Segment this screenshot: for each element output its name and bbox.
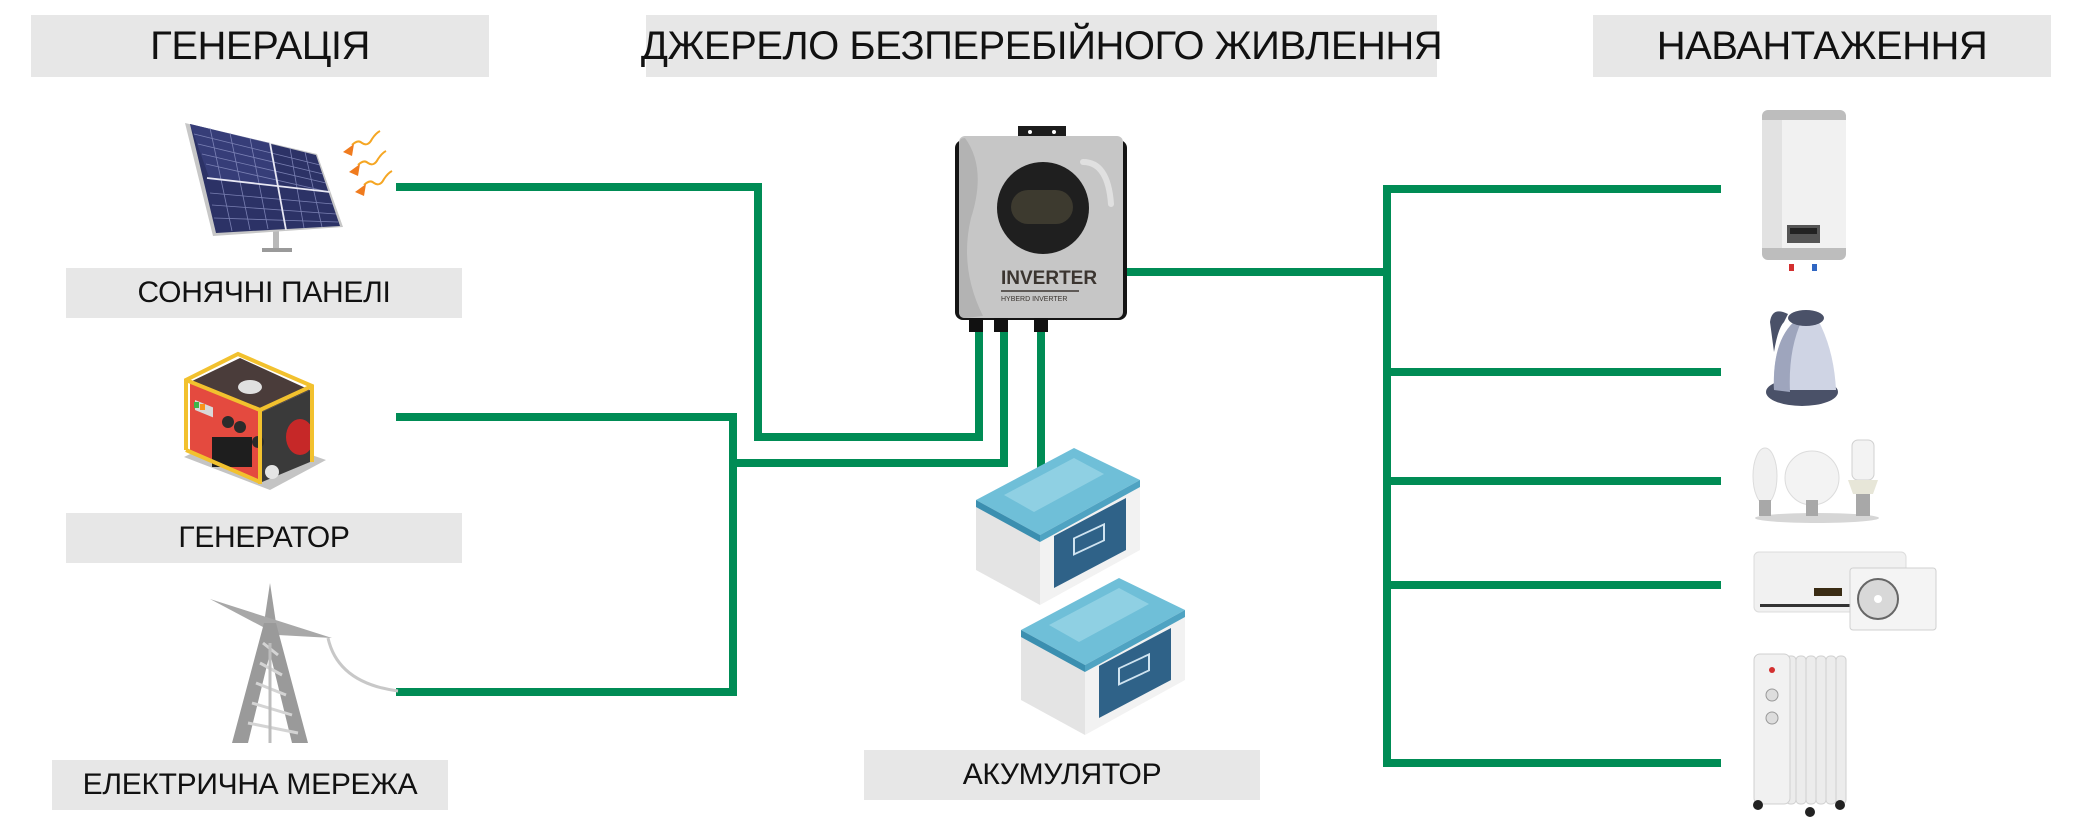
wire-load-bus bbox=[1383, 185, 1391, 767]
label-battery-text: АКУМУЛЯТОР bbox=[962, 758, 1162, 791]
wire-grid-h bbox=[396, 688, 737, 696]
wire-load-3 bbox=[1383, 477, 1721, 485]
header-generation-text: ГЕНЕРАЦІЯ bbox=[150, 23, 370, 68]
oil-heater-icon bbox=[1750, 650, 1850, 818]
wire-load-2 bbox=[1383, 368, 1721, 376]
label-grid: ЕЛЕКТРИЧНА МЕРЕЖА bbox=[52, 760, 448, 810]
header-load: НАВАНТАЖЕННЯ bbox=[1593, 15, 2051, 77]
header-load-text: НАВАНТАЖЕННЯ bbox=[1656, 23, 1988, 68]
header-ups-text: ДЖЕРЕЛО БЕЗПЕРЕБІЙНОГО ЖИВЛЕННЯ bbox=[640, 23, 1443, 68]
wire-load-4 bbox=[1383, 581, 1721, 589]
label-generator: ГЕНЕРАТОР bbox=[66, 513, 462, 563]
wire-solar-v bbox=[754, 183, 762, 441]
label-solar-text: СОНЯЧНІ ПАНЕЛІ bbox=[137, 276, 391, 309]
label-battery: АКУМУЛЯТОР bbox=[864, 750, 1260, 800]
air-conditioner-icon bbox=[1752, 550, 1938, 632]
inverter-brand-text: INVERTER bbox=[1001, 268, 1097, 289]
battery-icon-2 bbox=[1019, 570, 1189, 738]
label-generator-text: ГЕНЕРАТОР bbox=[178, 521, 350, 554]
wire-generator-h bbox=[396, 413, 737, 421]
wire-inverter-out bbox=[1124, 268, 1391, 276]
wire-load-5 bbox=[1383, 759, 1721, 767]
label-solar: СОНЯЧНІ ПАНЕЛІ bbox=[66, 268, 462, 318]
header-ups: ДЖЕРЕЛО БЕЗПЕРЕБІЙНОГО ЖИВЛЕННЯ bbox=[641, 15, 1443, 77]
water-heater-icon bbox=[1760, 108, 1848, 274]
solar-panel-icon bbox=[180, 110, 393, 255]
kettle-icon bbox=[1764, 302, 1844, 410]
inverter-subtitle-text: HYBERD INVERTER bbox=[1001, 296, 1067, 303]
inverter-icon: INVERTER HYBERD INVERTER bbox=[955, 124, 1130, 334]
power-tower-icon bbox=[208, 583, 400, 748]
wire-bus-to-inverter-h bbox=[729, 459, 1008, 467]
header-generation: ГЕНЕРАЦІЯ bbox=[31, 15, 489, 77]
wire-generation-bus bbox=[729, 413, 737, 696]
wire-solar-h2 bbox=[754, 433, 983, 441]
wire-solar-up bbox=[975, 330, 983, 441]
generator-icon bbox=[180, 342, 330, 494]
wire-load-1 bbox=[1383, 185, 1721, 193]
light-bulbs-icon bbox=[1752, 438, 1882, 524]
label-grid-text: ЕЛЕКТРИЧНА МЕРЕЖА bbox=[82, 768, 418, 801]
wire-solar-h bbox=[396, 183, 762, 191]
